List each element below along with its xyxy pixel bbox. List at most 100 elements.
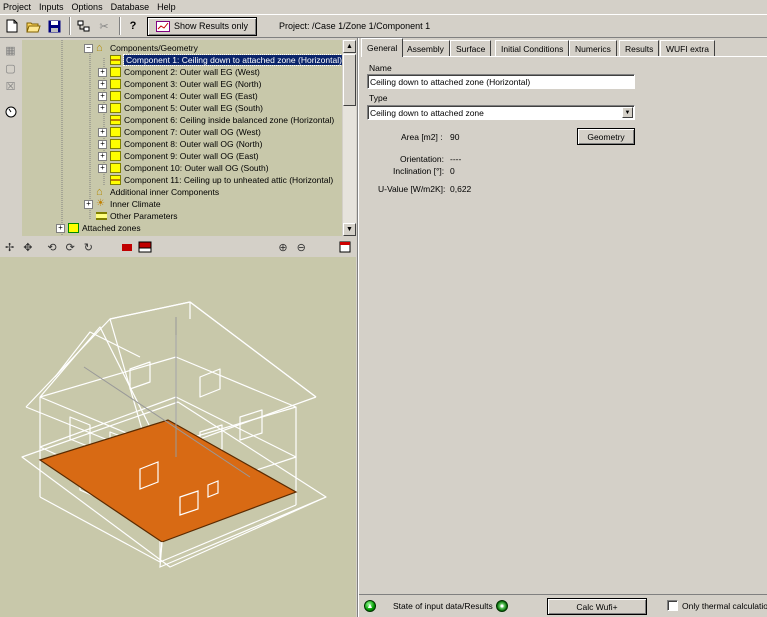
arrow-up-icon[interactable]: ▲: [364, 600, 376, 612]
tree-node-component-6[interactable]: Component 6: Ceiling inside balanced zon…: [98, 114, 334, 126]
rotate-y-icon[interactable]: ⟳: [63, 239, 78, 255]
expand-icon[interactable]: +: [98, 163, 107, 173]
tree-node-component-4[interactable]: + Component 4: Outer wall EG (East): [98, 90, 258, 102]
help-icon[interactable]: ?: [124, 17, 142, 35]
grid-icon[interactable]: ▦: [4, 44, 17, 57]
zoom-in-icon[interactable]: ⊕: [275, 239, 290, 255]
copy-structure-icon[interactable]: [74, 17, 92, 35]
expand-icon[interactable]: +: [98, 103, 107, 113]
status-bar: ▲ State of input data/Results Calc Wufi+…: [359, 594, 767, 617]
expand-icon[interactable]: +: [56, 223, 65, 233]
calc-wufi-button[interactable]: Calc Wufi+: [547, 598, 647, 615]
sun-house-icon: ☀: [96, 198, 105, 209]
menu-database[interactable]: Database: [111, 2, 150, 12]
tab-general[interactable]: General: [361, 38, 404, 57]
scroll-up-icon[interactable]: ▲: [343, 40, 356, 53]
3d-model-view[interactable]: [0, 257, 356, 617]
tree-node-additional-inner[interactable]: ⌂ Additional inner Components: [84, 186, 219, 198]
tree-node-components-geometry[interactable]: − ⌂ Components/Geometry: [84, 42, 198, 54]
tree-node-component-7[interactable]: + Component 7: Outer wall OG (West): [98, 126, 261, 138]
menu-options[interactable]: Options: [72, 2, 103, 12]
tree-node-label: Components/Geometry: [110, 43, 198, 53]
square-icon[interactable]: ▢: [4, 62, 17, 75]
expand-icon[interactable]: +: [98, 139, 107, 149]
open-folder-icon[interactable]: [24, 17, 42, 35]
area-label: Area [m2] :: [401, 132, 443, 142]
tree-node-component-3[interactable]: + Component 3: Outer wall EG (North): [98, 78, 261, 90]
tree-node-other-parameters[interactable]: Other Parameters: [84, 210, 178, 222]
menu-help[interactable]: Help: [157, 2, 176, 12]
tab-initial-conditions[interactable]: Initial Conditions: [495, 40, 570, 57]
tree-scrollbar[interactable]: ▲ ▼: [343, 40, 356, 236]
collapse-icon[interactable]: −: [84, 43, 93, 53]
expand-icon[interactable]: +: [98, 151, 107, 161]
palette-icon[interactable]: [338, 239, 353, 255]
tab-assembly[interactable]: Assembly: [401, 40, 450, 57]
tree-node-component-8[interactable]: + Component 8: Outer wall OG (North): [98, 138, 262, 150]
red-block-icon[interactable]: [119, 239, 134, 255]
tab-surface[interactable]: Surface: [450, 40, 492, 57]
delete-box-icon[interactable]: ☒: [4, 80, 17, 93]
state-label: State of input data/Results: [393, 601, 493, 611]
new-file-icon[interactable]: [3, 17, 21, 35]
save-disk-icon[interactable]: [45, 17, 63, 35]
tree-node-label: Component 11: Ceiling up to unheated att…: [124, 175, 334, 185]
chevron-down-icon[interactable]: ▼: [622, 107, 633, 118]
cut-icon[interactable]: ✂: [95, 17, 113, 35]
thermal-only-checkbox[interactable]: [667, 600, 678, 611]
rotate-x-icon[interactable]: ⟲: [44, 239, 59, 255]
scroll-thumb[interactable]: [343, 54, 356, 106]
panel-splitter[interactable]: [357, 38, 359, 617]
tree-node-label: Additional inner Components: [110, 187, 220, 197]
inclination-value: 0: [450, 166, 455, 176]
tab-wufi-extra[interactable]: WUFI extra: [660, 40, 715, 57]
expand-icon[interactable]: +: [98, 91, 107, 101]
red-outline-block-icon[interactable]: [137, 239, 152, 255]
tree-node-attached-zones[interactable]: + Attached zones: [56, 222, 141, 234]
wall-icon: [110, 139, 121, 149]
ceiling-icon: [110, 175, 121, 185]
tab-results[interactable]: Results: [619, 40, 660, 57]
zone-house-icon: [68, 223, 79, 233]
move-icon[interactable]: ✥: [20, 239, 35, 255]
show-results-button[interactable]: Show Results only: [147, 16, 258, 36]
menu-inputs[interactable]: Inputs: [39, 2, 64, 12]
tab-numerics[interactable]: Numerics: [569, 40, 617, 57]
tree-node-component-2[interactable]: + Component 2: Outer wall EG (West): [98, 66, 260, 78]
tree-node-component-9[interactable]: + Component 9: Outer wall OG (East): [98, 150, 259, 162]
tree-node-label: Component 6: Ceiling inside balanced zon…: [124, 115, 335, 125]
expand-icon[interactable]: +: [98, 127, 107, 137]
wall-icon: [110, 151, 121, 161]
tree-node-label: Component 2: Outer wall EG (West): [124, 67, 260, 77]
wall-icon: [110, 79, 121, 89]
scroll-down-icon[interactable]: ▼: [343, 223, 356, 236]
uvalue-value: 0,622: [450, 184, 472, 194]
wall-icon: [110, 163, 121, 173]
zoom-out-icon[interactable]: ⊖: [294, 239, 309, 255]
tree-node-label: Component 1: Ceiling down to attached zo…: [123, 54, 342, 66]
type-select[interactable]: Ceiling down to attached zone ▼: [367, 105, 635, 120]
general-tab-panel: Name Ceiling down to attached zone (Hori…: [361, 56, 767, 594]
expand-icon[interactable]: +: [84, 199, 93, 209]
tree-node-label: Component 8: Outer wall OG (North): [124, 139, 263, 149]
type-label: Type: [369, 93, 388, 103]
ceiling-icon: [110, 55, 121, 65]
clock-icon[interactable]: [4, 105, 17, 118]
tree-node-component-5[interactable]: + Component 5: Outer wall EG (South): [98, 102, 263, 114]
expand-icon[interactable]: +: [98, 79, 107, 89]
tree-node-inner-climate[interactable]: + ☀ Inner Climate: [84, 198, 161, 210]
toolbar-separator: [69, 17, 71, 35]
name-field[interactable]: Ceiling down to attached zone (Horizonta…: [367, 74, 635, 89]
rotate-z-icon[interactable]: ↻: [81, 239, 96, 255]
tree-node-component-11[interactable]: Component 11: Ceiling up to unheated att…: [98, 174, 333, 186]
tree-node-component-10[interactable]: + Component 10: Outer wall OG (South): [98, 162, 269, 174]
expand-icon[interactable]: +: [98, 67, 107, 77]
geometry-button[interactable]: Geometry: [577, 128, 635, 145]
tree-node-component-1[interactable]: Component 1: Ceiling down to attached zo…: [98, 54, 342, 66]
menu-project[interactable]: Project: [3, 2, 31, 12]
inclination-label: Inclination [°]:: [393, 166, 445, 176]
axes-icon[interactable]: ✢: [2, 239, 17, 255]
wall-icon: [110, 103, 121, 113]
